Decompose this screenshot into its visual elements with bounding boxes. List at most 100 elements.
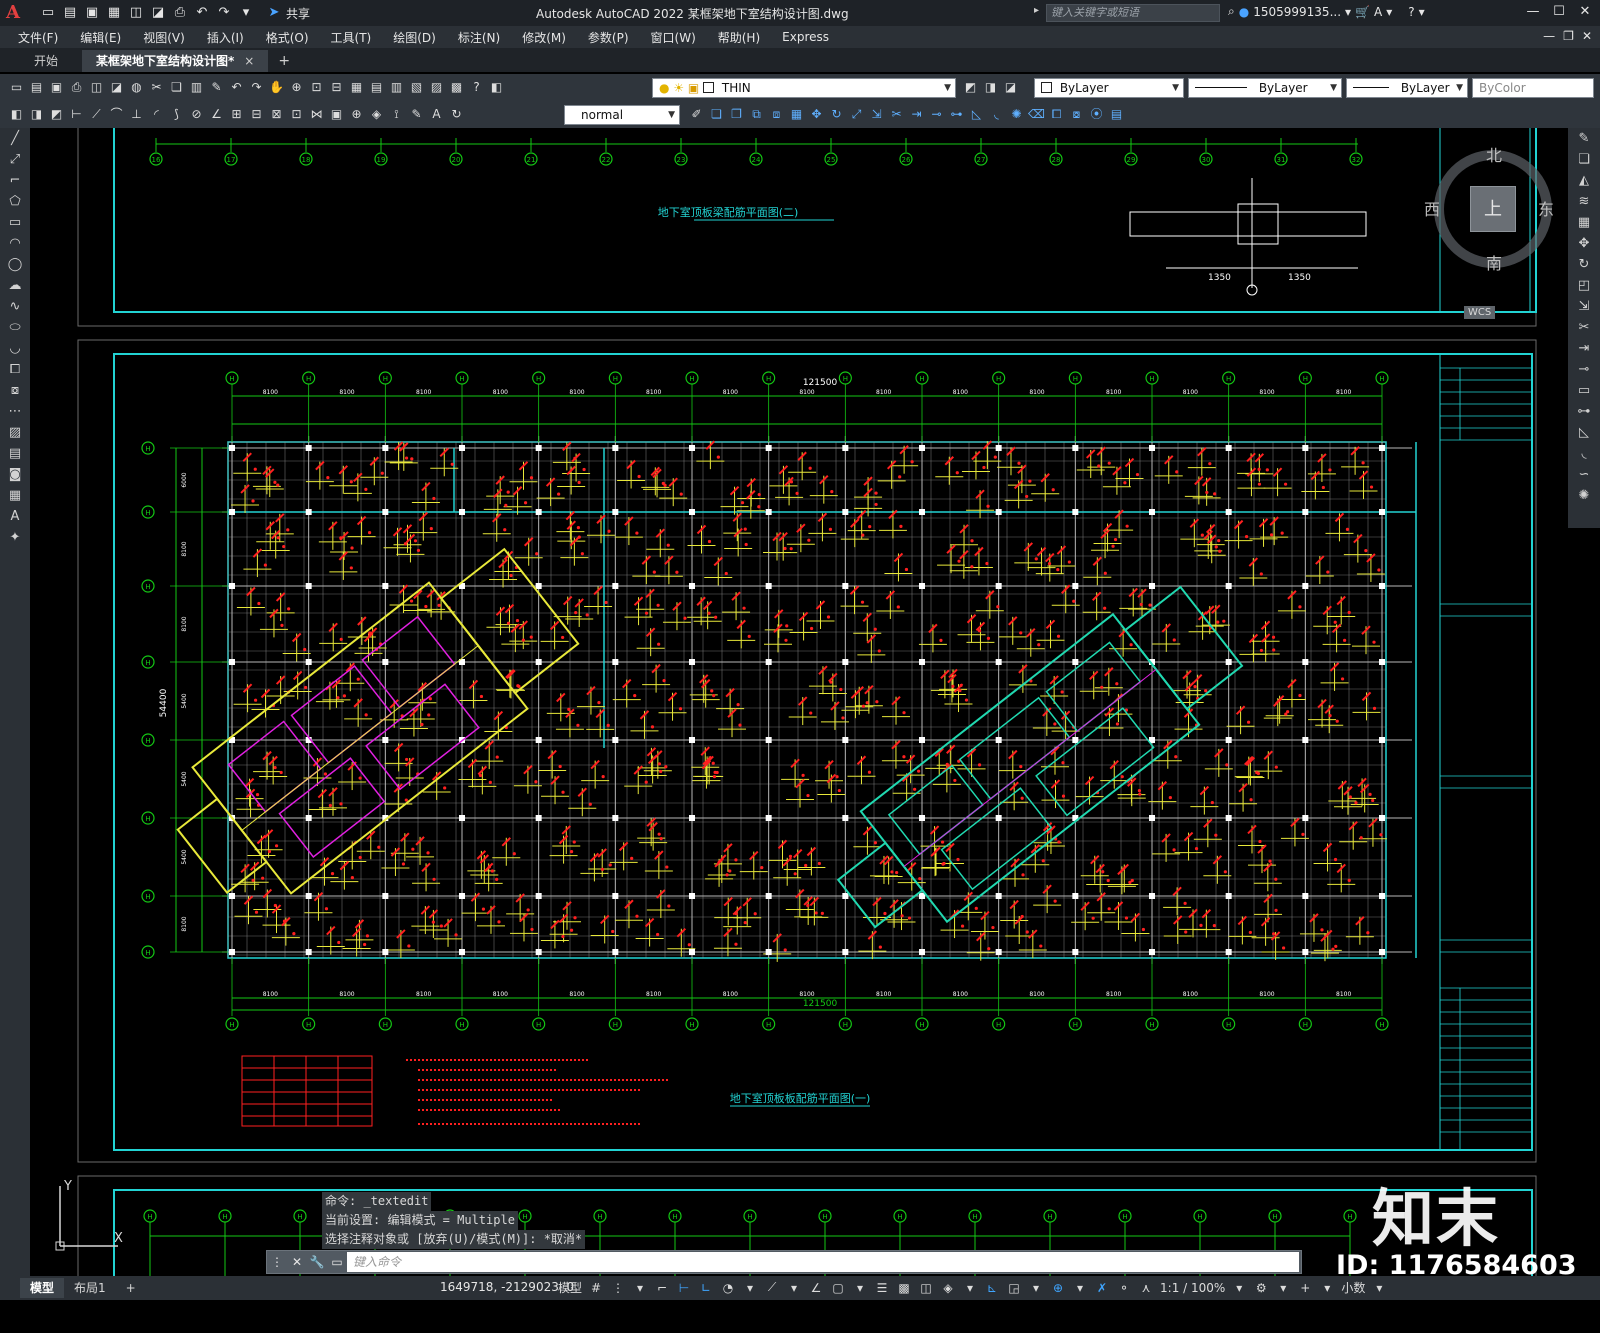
fillet-icon[interactable]: ◟ [1568,443,1600,464]
chamfer-icon[interactable]: ◺ [1568,422,1600,443]
south-label[interactable]: 南 [1486,250,1502,274]
jogged-linear-icon[interactable]: ⟟ [388,106,405,123]
extend-icon[interactable]: ⇥ [1568,338,1600,359]
dim-style-manager-icon[interactable]: ✐ [688,106,705,123]
tab-drawing[interactable]: 某框架地下室结构设计图* × [82,50,269,72]
polygon-icon[interactable]: ⬠ [0,191,30,212]
chevron-down-icon[interactable]: ▾ [1345,5,1351,19]
tab-start[interactable]: 开始 [10,50,82,72]
rotate-icon[interactable]: ↻ [1568,254,1600,275]
minimize-icon[interactable]: — [1522,3,1544,21]
lineweight-dropdown[interactable]: ByLayer ▼ [1346,78,1468,98]
dim-edit-icon[interactable]: ✎ [408,106,425,123]
selection-filter-icon[interactable]: ◲ [1006,1281,1022,1295]
menu-file[interactable]: 文件(F) [18,29,58,46]
chevron-down-icon[interactable]: ▾ [786,1281,802,1295]
extend-icon[interactable]: ⇥ [908,106,925,123]
menu-express[interactable]: Express [782,30,829,44]
add-selected-icon[interactable]: ✦ [0,527,30,548]
copy-icon[interactable]: ❏ [168,79,185,96]
share-button[interactable]: ➤ 共享 [266,5,310,22]
rectangle-icon[interactable]: ▭ [0,212,30,233]
gradient-icon[interactable]: ▤ [0,443,30,464]
add-tab-icon[interactable]: + [268,50,300,72]
fillet-icon[interactable]: ◟ [988,106,1005,123]
gizmo-icon[interactable]: ⊕ [1050,1281,1066,1295]
trim-icon[interactable]: ✂ [888,106,905,123]
ellipse-arc-icon[interactable]: ◡ [0,338,30,359]
join-icon[interactable]: ⊶ [948,106,965,123]
copy-object-icon[interactable]: ❏ [708,106,725,123]
copy-icon[interactable]: ❏ [1568,149,1600,170]
save-icon[interactable]: ▣ [84,5,100,21]
close-icon[interactable]: ✕ [1574,3,1596,21]
menu-insert[interactable]: 插入(I) [207,29,244,46]
grid-icon[interactable]: # [588,1281,604,1295]
undo-icon[interactable]: ↶ [194,5,210,21]
plot-icon[interactable]: ⎙ [172,5,188,21]
chevron-down-icon[interactable]: ▾ [632,1281,648,1295]
zoom-previous-icon[interactable]: ⊟ [328,79,345,96]
quick-dim-icon[interactable]: ⊞ [228,106,245,123]
new-icon[interactable]: ▭ [8,79,25,96]
transparency-icon[interactable]: ▩ [896,1281,912,1295]
array-icon[interactable]: ▦ [1568,212,1600,233]
open-file-icon[interactable]: ▤ [62,5,78,21]
properties-icon[interactable]: ▦ [348,79,365,96]
construction-line-icon[interactable]: ⤢ [0,149,30,170]
save-as-icon[interactable]: ▦ [106,5,122,21]
auto-scale-icon[interactable]: ⚬ [1116,1281,1132,1295]
polyline-icon[interactable]: ⌐ [0,170,30,191]
menu-edit[interactable]: 编辑(E) [80,29,121,46]
multiline-text-icon[interactable]: A [0,506,30,527]
center-mark-icon[interactable]: ⊕ [348,106,365,123]
plot-preview-icon[interactable]: ◫ [88,79,105,96]
plotstyle-dropdown[interactable]: ByColor [1472,78,1594,98]
close-icon[interactable]: × [244,50,254,72]
explode-icon[interactable]: ✺ [1008,106,1025,123]
chevron-down-icon[interactable]: ▾ [1072,1281,1088,1295]
coordinate-readout[interactable]: 1649718, -2129023, 0 [440,1280,574,1294]
style-3-icon[interactable]: ◩ [48,106,65,123]
save-icon[interactable]: ▣ [48,79,65,96]
customize-icon[interactable]: 🔧 [307,1252,327,1272]
help-icon[interactable]: ? [468,79,485,96]
revision-cloud-icon[interactable]: ☁ [0,275,30,296]
menu-dimension[interactable]: 标注(N) [458,29,500,46]
scale-icon[interactable]: ⤢ [848,106,865,123]
command-input[interactable]: 键入命令 [347,1252,1299,1272]
dynamic-input-icon[interactable]: ⊢ [676,1281,692,1295]
ortho-icon[interactable]: ∟ [698,1281,714,1295]
selection-cycling-icon[interactable]: ◫ [918,1281,934,1295]
space-icon[interactable]: ⊡ [288,106,305,123]
markup-icon[interactable]: ▨ [428,79,445,96]
chevron-down-icon[interactable]: ▾ [1371,1281,1387,1295]
blend-curves-icon[interactable]: ∽ [1568,464,1600,485]
tool-palettes-icon[interactable]: ▥ [388,79,405,96]
break-point-icon[interactable]: ⊸ [1568,359,1600,380]
drawing-canvas[interactable]: 16 17 18 19 20 21 22 23 24 25 26 27 28 29 30 31 32 地下室顶板… [30,128,1568,1276]
isodraft-icon[interactable]: ⟋ [764,1280,780,1295]
cut-icon[interactable]: ✂ [148,79,165,96]
chevron-down-icon[interactable]: ▾ [1231,1281,1247,1295]
chevron-down-icon[interactable]: ▾ [1419,5,1425,19]
continue-icon[interactable]: ⊠ [268,106,285,123]
annotation-visibility-icon[interactable]: ✗ [1094,1281,1110,1295]
chevron-down-icon[interactable]: ▾ [1275,1281,1291,1295]
region-icon[interactable]: ◙ [0,464,30,485]
erase-icon[interactable]: ⌫ [1028,106,1045,123]
insert-block-icon[interactable]: ⧠ [0,359,30,380]
chevron-down-icon[interactable]: ▾ [742,1281,758,1295]
user-name[interactable]: 1505999135... [1253,5,1341,19]
tolerance-icon[interactable]: ▣ [328,106,345,123]
offset-icon[interactable]: ⧈ [768,106,785,123]
arc-length-icon[interactable]: ⌒ [108,106,125,123]
layer-state-icon[interactable]: ◪ [1002,79,1019,96]
line-icon[interactable]: ╱ [0,128,30,149]
tab-layout1[interactable]: 布局1 [64,1278,116,1298]
search-input[interactable]: 键入关键字或短语 [1046,4,1220,22]
north-label[interactable]: 北 [1486,142,1502,166]
layer-dropdown[interactable]: ● ☀ ▣ THIN ▼ [652,78,956,98]
help-icon[interactable]: ? [1408,5,1414,19]
add-layout-icon[interactable]: + [116,1278,146,1298]
